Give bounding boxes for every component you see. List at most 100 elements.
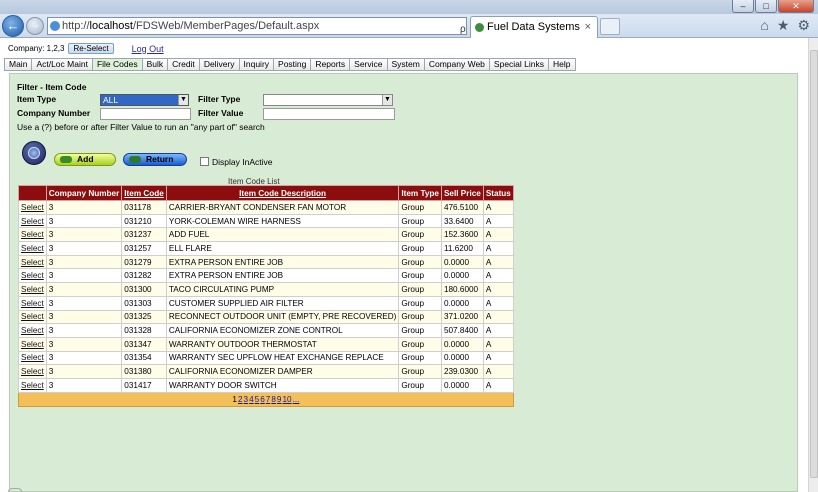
cell-company-number: 3 [45,227,123,243]
cell-company-number: 3 [45,377,123,393]
table-row: Select 3 031380 CALIFORNIA ECONOMIZER DAMPE… [18,364,514,379]
pager-page-link[interactable]: 9 [277,395,282,404]
tools-icon[interactable]: ⚙ [797,17,810,34]
select-link[interactable]: Select [18,295,47,311]
menu-bulk[interactable]: Bulk [141,58,168,71]
minimize-button[interactable]: – [732,0,754,13]
table-row: Select 3 031257 ELL FLARE Group 11.6200 A [18,241,514,256]
pager-page-link[interactable]: 10 [282,395,291,404]
cell-item-type: Group [398,350,442,366]
cell-sell-price: 371.0200 [440,309,484,325]
cell-status: A [482,213,514,229]
close-window-button[interactable]: ✕ [778,0,814,13]
select-link[interactable]: Select [18,336,47,352]
select-link[interactable]: Select [18,268,47,284]
add-button[interactable]: Add [54,153,116,166]
filter-value-input[interactable] [263,108,395,120]
address-host-prefix: http:// [62,20,90,32]
select-link[interactable]: Select [18,350,47,366]
pager-page-link[interactable]: 6 [260,395,265,404]
company-number-input[interactable] [100,108,191,120]
cell-item-description: WARRANTY DOOR SWITCH [165,377,400,393]
favorites-icon[interactable]: ★ [777,17,790,34]
pager-page-link[interactable]: 3 [244,395,249,404]
back-button[interactable]: ← [2,15,24,37]
tab-favicon-icon [475,23,484,32]
item-type-select[interactable]: ALL ▼ [100,94,189,106]
select-link[interactable]: Select [18,213,47,229]
maximize-button[interactable]: □ [755,0,777,13]
cell-item-code: 031303 [121,295,167,311]
table-row: Select 3 031237 ADD FUEL Group 152.3600 A [18,227,514,243]
select-link[interactable]: Select [18,309,47,325]
filter-value-label: Filter Value [198,108,244,118]
cell-item-type: Group [398,336,442,352]
menu-inquiry[interactable]: Inquiry [238,58,274,71]
cell-sell-price: 152.3600 [440,227,484,243]
table-row: Select 3 031210 YORK-COLEMAN WIRE HARNESS Gr… [18,213,514,229]
menu-help[interactable]: Help [548,58,576,71]
menu-file-codes[interactable]: File Codes [91,58,142,71]
return-button-label: Return [146,154,174,164]
pager-more-link[interactable]: ... [293,395,300,404]
cell-item-code: 031354 [121,350,167,366]
reselect-button[interactable]: Re-Select [68,43,114,54]
globe-icon[interactable] [22,141,46,165]
file-codes-panel: Filter - Item Code Item Type ALL ▼ Filte… [9,73,798,492]
return-button[interactable]: Return [123,153,187,166]
tab-close-icon[interactable]: × [585,17,591,37]
menu-main[interactable]: Main [4,58,32,71]
logout-link[interactable]: Log Out [132,44,164,54]
menu-delivery[interactable]: Delivery [198,58,239,71]
page-content: Company: 1,2,3 Re-Select Log Out Main Ac… [0,38,808,492]
cell-item-type: Group [398,295,442,311]
page-icon [50,21,60,31]
cell-item-description: WARRANTY SEC UPFLOW HEAT EXCHANGE REPLAC… [165,350,400,366]
col-item-code-description[interactable]: Item Code Description [165,185,400,201]
browser-tab[interactable]: Fuel Data Systems × [470,16,598,38]
pager-page-link[interactable]: 7 [266,395,271,404]
scrollbar-thumb[interactable] [810,50,818,478]
menu-credit[interactable]: Credit [167,58,199,71]
pager-page-link[interactable]: 2 [238,395,243,404]
vertical-scrollbar[interactable] [808,38,818,492]
cell-item-code: 031325 [121,309,167,325]
cell-status: A [482,282,514,297]
pager-page-link[interactable]: 4 [249,395,254,404]
table-row: Select 3 031328 CALIFORNIA ECONOMIZER ZONE … [18,323,514,338]
cell-item-description: YORK-COLEMAN WIRE HARNESS [165,213,400,229]
menu-act-loc-maint[interactable]: Act/Loc Maint [31,58,92,71]
col-item-code[interactable]: Item Code [121,185,167,201]
select-link[interactable]: Select [18,377,47,393]
select-link[interactable]: Select [18,282,47,297]
select-link[interactable]: Select [18,227,47,243]
cell-company-number: 3 [45,241,123,256]
select-link[interactable]: Select [18,200,47,215]
filter-type-select[interactable]: ▼ [263,94,393,106]
pager-page-link[interactable]: 8 [271,395,276,404]
cell-status: A [482,268,514,284]
cell-status: A [482,309,514,325]
menu-company-web[interactable]: Company Web [423,58,489,71]
forward-button[interactable]: → [26,17,44,35]
home-icon[interactable]: ⌂ [760,17,768,34]
address-bar[interactable]: http://localhost/FDSWeb/MemberPages/Defa… [47,17,468,99]
cell-item-type: Group [398,268,442,284]
cell-item-code: 031257 [121,241,167,256]
select-link[interactable]: Select [18,323,47,338]
cell-item-description: EXTRA PERSON ENTIRE JOB [165,254,400,270]
cell-sell-price: 476.5100 [440,200,484,215]
pager: 12345678910... [18,391,514,407]
menu-special-links[interactable]: Special Links [488,58,549,71]
menu-reports[interactable]: Reports [310,58,350,71]
new-tab-button[interactable] [600,18,620,35]
display-inactive-checkbox[interactable] [200,157,209,166]
menu-system[interactable]: System [386,58,424,71]
select-link[interactable]: Select [18,254,47,270]
select-link[interactable]: Select [18,364,47,379]
select-link[interactable]: Select [18,241,47,256]
address-host: localhost [89,20,133,32]
pager-page-link[interactable]: 5 [255,395,260,404]
menu-service[interactable]: Service [349,58,387,71]
menu-posting[interactable]: Posting [273,58,311,71]
